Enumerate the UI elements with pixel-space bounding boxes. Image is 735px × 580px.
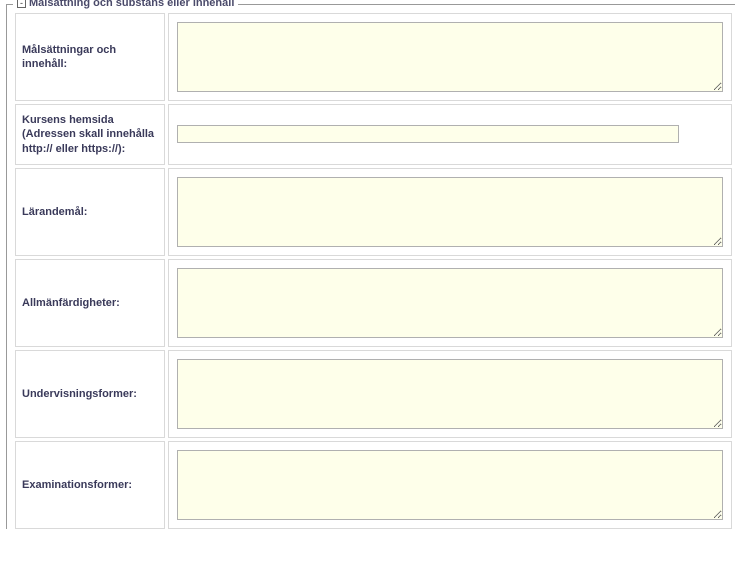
label-teaching-forms: Undervisningsformer: xyxy=(15,350,165,438)
fieldset-legend: - Målsättning och substans eller innehål… xyxy=(13,0,238,9)
input-cell-learning xyxy=(168,168,732,256)
learning-textarea[interactable] xyxy=(177,177,723,247)
label-general-skills: Allmänfärdigheter: xyxy=(15,259,165,347)
label-learning: Lärandemål: xyxy=(15,168,165,256)
form-row-learning: Lärandemål: xyxy=(15,168,735,256)
input-cell-general-skills xyxy=(168,259,732,347)
label-homepage: Kursens hemsida (Adressen skall innehåll… xyxy=(15,104,165,165)
input-cell-goals xyxy=(168,13,732,101)
form-row-general-skills: Allmänfärdigheter: xyxy=(15,259,735,347)
form-row-exam-forms: Examinationsformer: xyxy=(15,441,735,529)
fieldset-title: Målsättning och substans eller innehåll xyxy=(29,0,234,9)
form-row-teaching-forms: Undervisningsformer: xyxy=(15,350,735,438)
collapse-toggle-icon[interactable]: - xyxy=(17,0,26,8)
exam-forms-textarea[interactable] xyxy=(177,450,723,520)
goals-substance-fieldset: - Målsättning och substans eller innehål… xyxy=(6,4,735,529)
label-exam-forms: Examinationsformer: xyxy=(15,441,165,529)
homepage-input[interactable] xyxy=(177,125,679,143)
form-row-goals: Målsättningar och innehåll: xyxy=(15,13,735,101)
input-cell-exam-forms xyxy=(168,441,732,529)
goals-textarea[interactable] xyxy=(177,22,723,92)
form-row-homepage: Kursens hemsida (Adressen skall innehåll… xyxy=(15,104,735,165)
input-cell-homepage xyxy=(168,104,732,165)
general-skills-textarea[interactable] xyxy=(177,268,723,338)
teaching-forms-textarea[interactable] xyxy=(177,359,723,429)
input-cell-teaching-forms xyxy=(168,350,732,438)
label-goals: Målsättningar och innehåll: xyxy=(15,13,165,101)
